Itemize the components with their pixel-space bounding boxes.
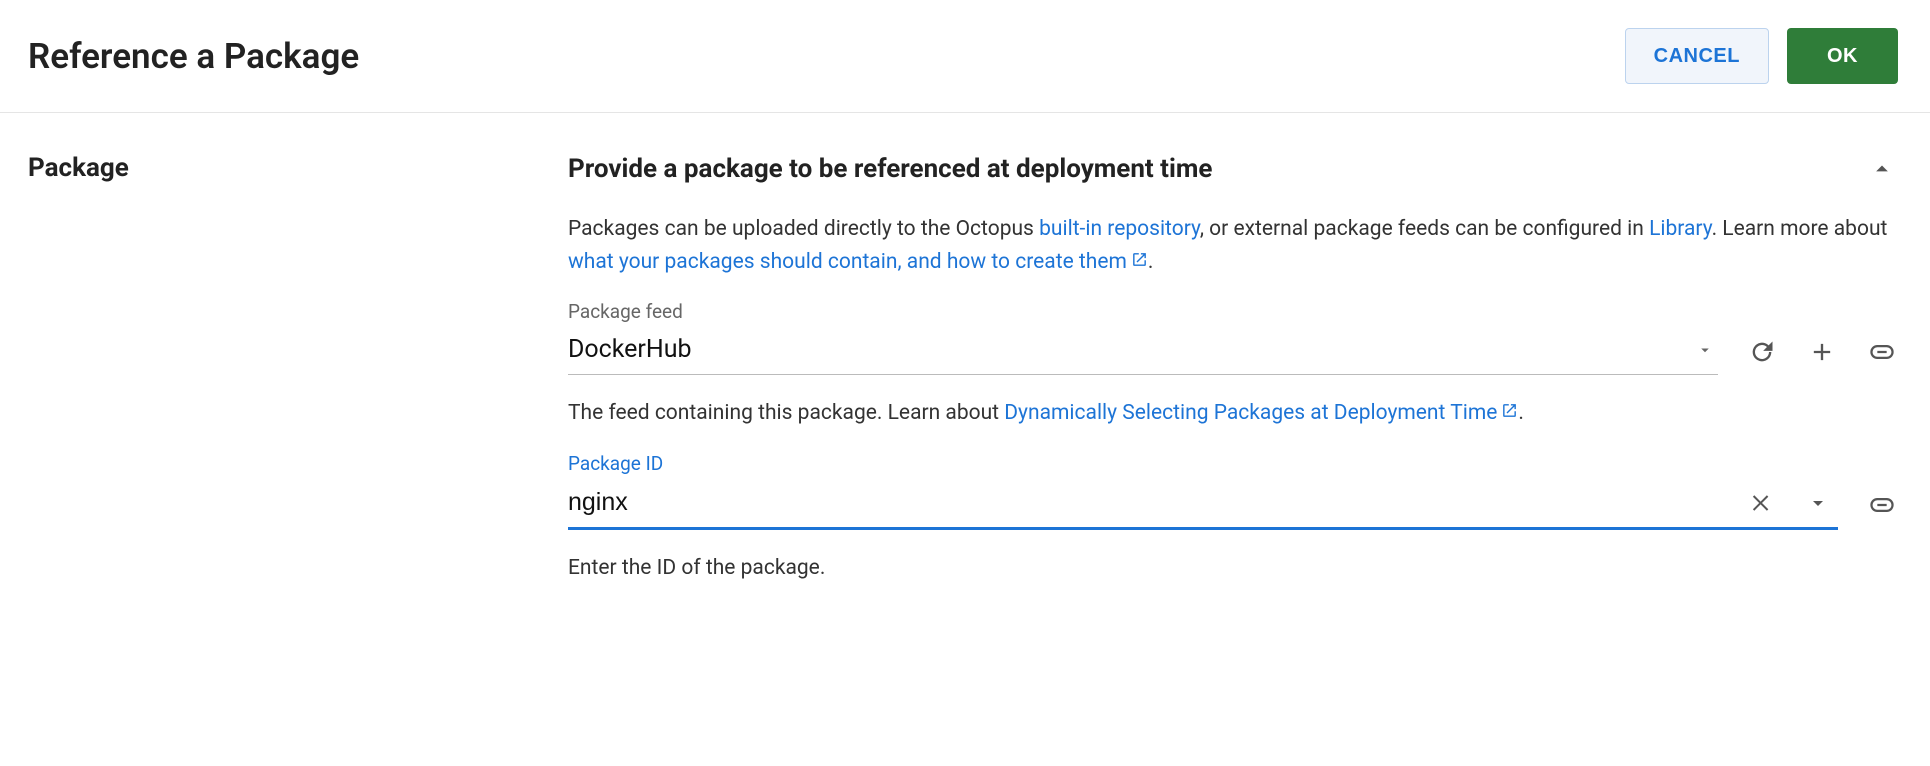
external-link-icon xyxy=(1501,402,1518,419)
external-link-icon xyxy=(1131,251,1148,268)
cancel-button[interactable]: CANCEL xyxy=(1625,28,1769,84)
package-contents-link[interactable]: what your packages should contain, and h… xyxy=(568,250,1148,274)
help-text-fragment: , or external package feeds can be confi… xyxy=(1200,217,1649,241)
help-text-fragment: . xyxy=(1518,401,1524,425)
package-feed-label: Package feed xyxy=(568,300,1898,323)
collapse-toggle[interactable] xyxy=(1866,153,1898,185)
header-actions: CANCEL OK xyxy=(1625,28,1898,84)
help-text-fragment: . xyxy=(1148,250,1154,274)
link-text: Dynamically Selecting Packages at Deploy… xyxy=(1004,401,1497,425)
help-text-fragment: The feed containing this package. Learn … xyxy=(568,401,1004,425)
dialog-header: Reference a Package CANCEL OK xyxy=(0,0,1930,113)
link-icon xyxy=(1868,491,1896,519)
refresh-icon xyxy=(1748,338,1776,366)
link-icon xyxy=(1868,338,1896,366)
feed-help-text: The feed containing this package. Learn … xyxy=(568,397,1898,430)
clear-package-id-button[interactable] xyxy=(1746,487,1778,519)
close-icon xyxy=(1750,491,1774,515)
built-in-repository-link[interactable]: built-in repository xyxy=(1039,217,1200,241)
package-id-input-wrapper xyxy=(568,481,1838,530)
refresh-feed-button[interactable] xyxy=(1746,336,1778,368)
section-help-text: Packages can be uploaded directly to the… xyxy=(568,213,1898,278)
ok-button[interactable]: OK xyxy=(1787,28,1898,84)
library-link[interactable]: Library xyxy=(1649,217,1711,241)
dropdown-caret-icon xyxy=(1806,491,1830,515)
section-body: Provide a package to be referenced at de… xyxy=(568,153,1898,606)
dynamic-packages-link[interactable]: Dynamically Selecting Packages at Deploy… xyxy=(1004,401,1518,425)
link-text: what your packages should contain, and h… xyxy=(568,250,1127,274)
package-id-dropdown-button[interactable] xyxy=(1802,487,1834,519)
dropdown-caret-icon xyxy=(1696,341,1714,359)
content-area: Package Provide a package to be referenc… xyxy=(0,113,1930,646)
help-text-fragment: . Learn more about xyxy=(1712,217,1888,241)
section-label-column: Package xyxy=(28,153,568,606)
package-id-inline-actions xyxy=(1746,487,1834,519)
package-feed-row: DockerHub xyxy=(568,329,1898,375)
plus-icon xyxy=(1808,338,1836,366)
section-label: Package xyxy=(28,153,568,183)
package-feed-value: DockerHub xyxy=(568,335,692,364)
package-feed-select[interactable]: DockerHub xyxy=(568,329,1718,375)
chevron-up-icon xyxy=(1868,155,1896,183)
feed-actions xyxy=(1746,336,1898,368)
package-id-actions xyxy=(1866,489,1898,521)
package-id-input[interactable] xyxy=(568,488,1746,517)
bind-package-id-button[interactable] xyxy=(1866,489,1898,521)
package-id-label: Package ID xyxy=(568,452,1898,475)
section-title: Provide a package to be referenced at de… xyxy=(568,154,1212,184)
package-id-row xyxy=(568,481,1898,530)
bind-feed-button[interactable] xyxy=(1866,336,1898,368)
dialog-title: Reference a Package xyxy=(28,36,359,77)
help-text-fragment: Packages can be uploaded directly to the… xyxy=(568,217,1039,241)
package-id-help-text: Enter the ID of the package. xyxy=(568,552,1898,585)
add-feed-button[interactable] xyxy=(1806,336,1838,368)
section-title-row: Provide a package to be referenced at de… xyxy=(568,153,1898,185)
